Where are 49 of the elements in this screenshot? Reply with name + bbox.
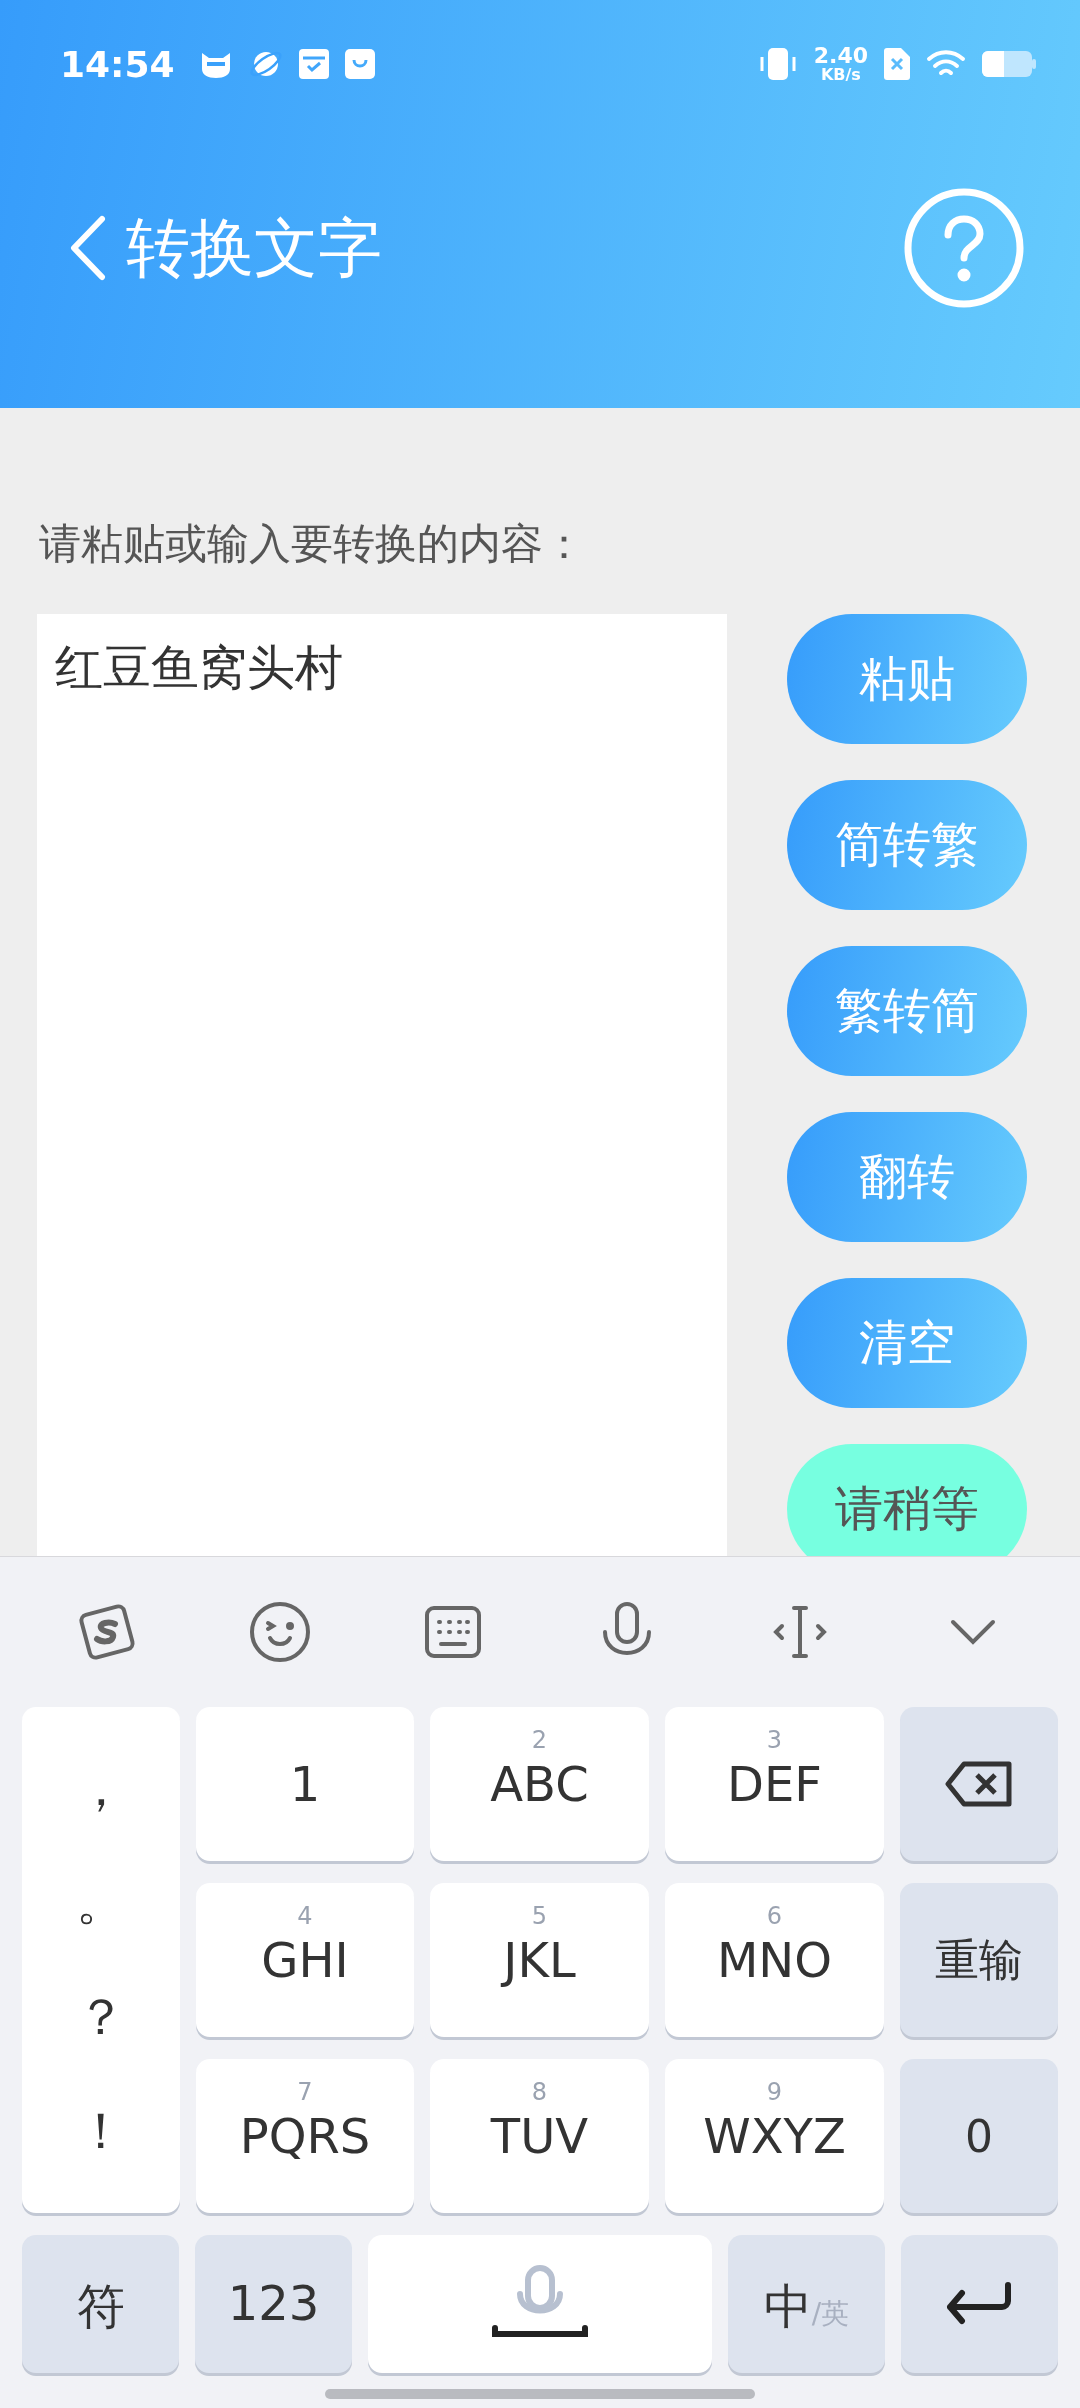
- digit-key[interactable]: 1: [196, 1707, 414, 1861]
- back-icon[interactable]: [68, 215, 108, 281]
- letter-key[interactable]: 5 JKL: [430, 1883, 649, 2037]
- letter-key[interactable]: 7 PQRS: [196, 2059, 414, 2213]
- punctuation-mark: ，: [76, 1757, 126, 1819]
- emoji-icon[interactable]: [248, 1600, 312, 1664]
- sim-card-icon: [884, 48, 910, 80]
- key-letters: TUV: [490, 2108, 589, 2164]
- key-number: 7: [297, 2078, 313, 2108]
- key[interactable]: 0: [900, 2059, 1058, 2213]
- page-title: 转换文字: [126, 209, 382, 287]
- punctuation-mark: 。: [76, 1872, 126, 1934]
- key-number: 9: [766, 2078, 783, 2108]
- punctuation-mark: ？: [76, 1986, 126, 2048]
- key-number: 5: [531, 1902, 548, 1932]
- key-letters: ABC: [490, 1756, 589, 1812]
- waiting-button[interactable]: 请稍等: [787, 1444, 1027, 1556]
- punctuation-key[interactable]: ， 。 ？ ！: [22, 1707, 180, 2213]
- network-speed: 2.40: [813, 45, 868, 67]
- key[interactable]: 123: [195, 2235, 353, 2373]
- punctuation-mark: ！: [76, 2101, 126, 2163]
- inbox-icon: [298, 49, 329, 79]
- key-letters: WXYZ: [703, 2108, 846, 2164]
- key-letters: MNO: [716, 1932, 833, 1988]
- key-number: 2: [531, 1726, 548, 1756]
- key-letters: DEF: [727, 1756, 822, 1812]
- letter-key[interactable]: 4 GHI: [196, 1883, 414, 2037]
- letter-key[interactable]: 2 ABC: [430, 1707, 649, 1861]
- letter-key[interactable]: 8 TUV: [430, 2059, 649, 2213]
- key-number: 4: [297, 1902, 313, 1932]
- letter-key[interactable]: 6 MNO: [665, 1883, 884, 2037]
- shopping-bag-icon: [344, 49, 375, 79]
- key-number: 3: [766, 1726, 783, 1756]
- backspace-icon: [944, 1759, 1014, 1809]
- text-input-field[interactable]: 红豆鱼窝头村: [37, 614, 727, 1556]
- key-letters: GHI: [261, 1932, 349, 1988]
- input-prompt: 请粘贴或输入要转换的内容：: [39, 518, 586, 570]
- letter-key[interactable]: 3 DEF: [665, 1707, 884, 1861]
- key-letters: PQRS: [239, 2108, 371, 2164]
- key[interactable]: 符: [22, 2235, 180, 2373]
- key-number: 8: [531, 2078, 548, 2108]
- enter-key[interactable]: [900, 2235, 1058, 2373]
- battery-icon: [982, 49, 1036, 79]
- key[interactable]: 重输: [900, 1883, 1058, 2037]
- status-time: 14:54: [60, 43, 175, 85]
- letter-key[interactable]: 9 WXYZ: [665, 2059, 884, 2213]
- backspace-key[interactable]: [900, 1707, 1058, 1861]
- key-number: 6: [766, 1902, 783, 1932]
- speed-unit: KB/s: [820, 67, 861, 83]
